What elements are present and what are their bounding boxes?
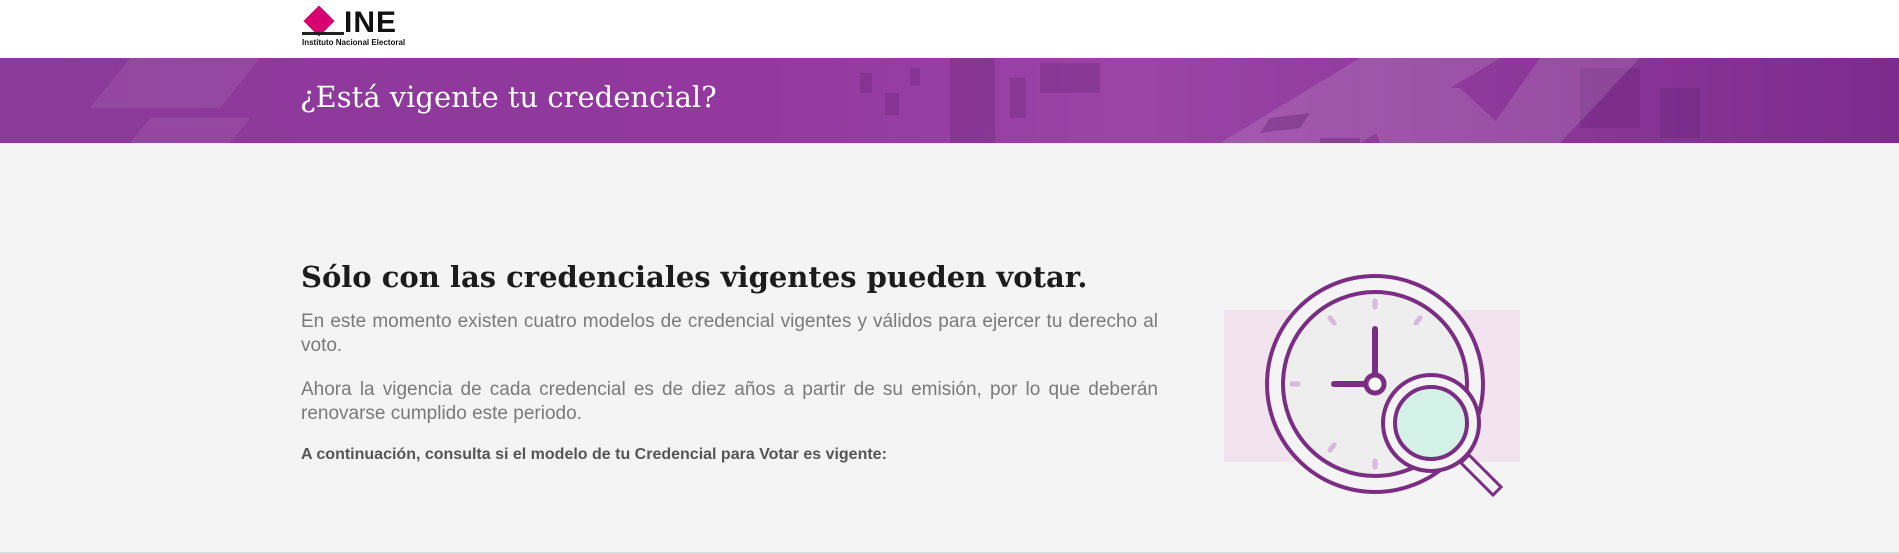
info-paragraph-1: En este momento existen cuatro modelos d…	[301, 311, 1158, 356]
logo-subtitle: Instituto Nacional Electoral	[302, 38, 406, 47]
page-banner: ¿Está vigente tu credencial?	[0, 58, 1899, 143]
ine-logo[interactable]: INE Instituto Nacional Electoral	[302, 5, 426, 48]
top-header: INE Instituto Nacional Electoral	[0, 0, 1899, 58]
clock-magnifier-icon	[1224, 273, 1524, 509]
page-title: ¿Está vigente tu credencial?	[300, 80, 717, 114]
consult-prompt: A continuación, consulta si el modelo de…	[301, 446, 887, 463]
info-paragraph-2: Ahora la vigencia de cada credencial es …	[301, 379, 1158, 424]
main-content: Sólo con las credenciales vigentes puede…	[301, 258, 1158, 464]
logo-wordmark: INE	[344, 6, 398, 39]
section-heading: Sólo con las credenciales vigentes puede…	[301, 260, 1088, 294]
banner-pattern	[90, 58, 1700, 143]
logo-base-line	[302, 32, 344, 35]
